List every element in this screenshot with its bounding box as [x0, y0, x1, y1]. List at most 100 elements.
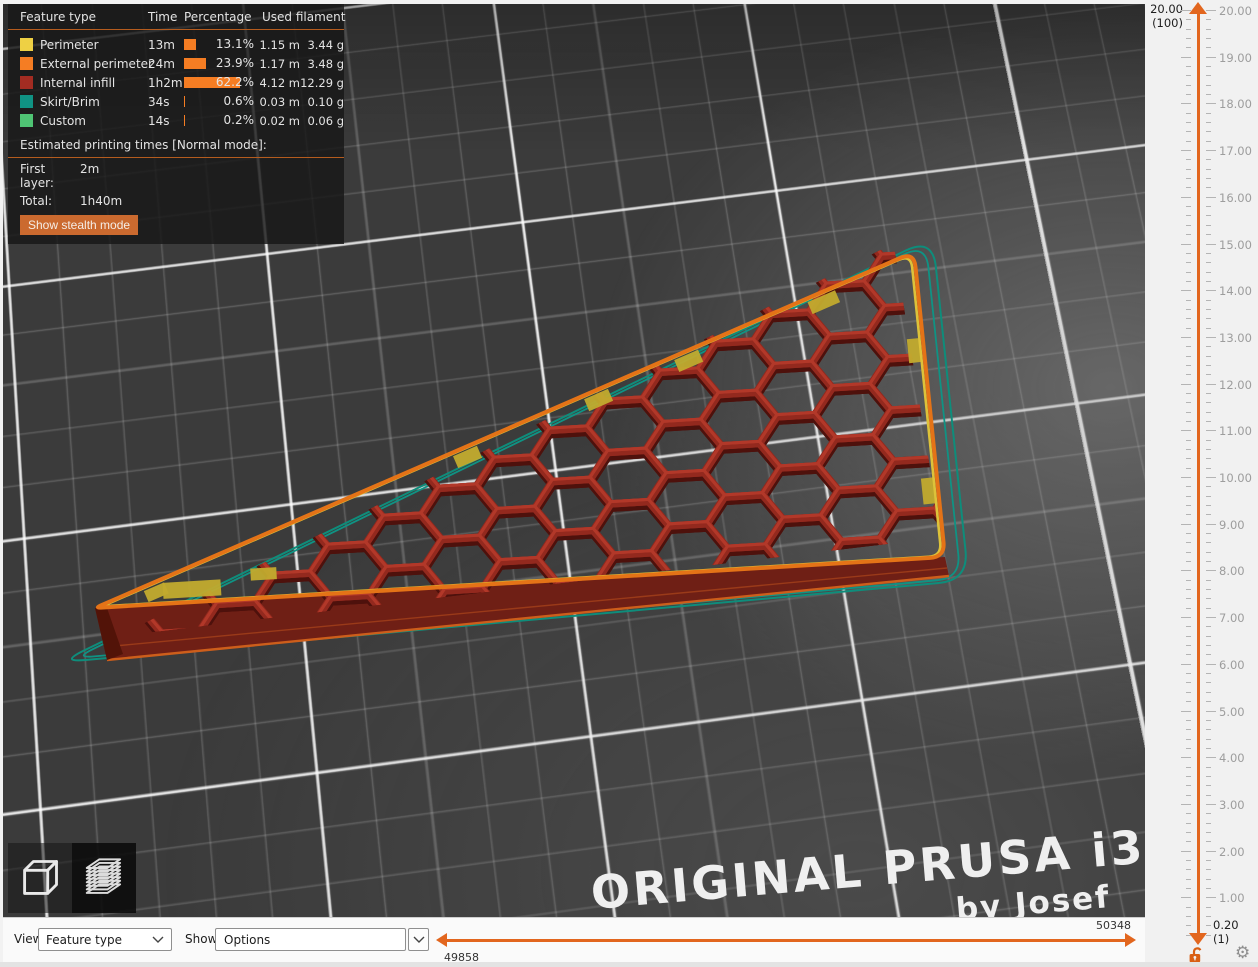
layers-icon	[85, 858, 122, 894]
layer-tick	[1186, 355, 1191, 357]
legend-row: Custom 14s 0.2% 0.02 m 0.06 g	[20, 111, 344, 130]
3d-viewport[interactable]: ORIGINAL PRUSA i3 MK by Josef Feature ty…	[3, 4, 1145, 917]
percentage-bar	[184, 115, 185, 126]
gcode-preview-window: ORIGINAL PRUSA i3 MK by Josef Feature ty…	[0, 0, 1258, 967]
layer-tick	[1206, 420, 1211, 422]
layer-tick	[1206, 467, 1211, 469]
show-combobox-input[interactable]: Options	[215, 928, 406, 951]
layer-tick	[1186, 411, 1191, 413]
layer-tick	[1186, 719, 1191, 721]
layer-tick	[1206, 794, 1211, 796]
layer-tick	[1186, 551, 1191, 553]
layer-tick	[1206, 841, 1211, 843]
layer-tick	[1206, 56, 1216, 58]
layer-tick	[1186, 458, 1191, 460]
legend-row: Skirt/Brim 34s 0.6% 0.03 m 0.10 g	[20, 92, 344, 111]
first-layer-row: First layer: 2m	[8, 158, 344, 190]
move-slider-right-handle[interactable]	[1125, 933, 1136, 947]
layer-tick	[1206, 318, 1211, 320]
layer-tick	[1186, 318, 1191, 320]
layer-tick	[1206, 280, 1211, 282]
show-stealth-mode-button[interactable]: Show stealth mode	[20, 215, 139, 235]
layer-tick	[1186, 738, 1191, 740]
layer-tick	[1186, 785, 1191, 787]
layer-tick-label: 14.00	[1219, 284, 1252, 299]
3d-view-button[interactable]	[8, 843, 72, 913]
layer-tick	[1206, 561, 1211, 563]
layers-preview-button[interactable]	[72, 843, 136, 913]
filament-weight: 3.48 g	[307, 56, 344, 71]
layer-tick	[1186, 747, 1191, 749]
layer-tick	[1186, 878, 1191, 880]
layer-tick	[1206, 159, 1211, 161]
layer-tick	[1186, 822, 1191, 824]
layer-tick	[1186, 589, 1191, 591]
filament-length: 4.12 m	[259, 75, 300, 90]
layer-tick	[1186, 299, 1191, 301]
layer-tick	[1186, 467, 1191, 469]
layer-tick	[1186, 542, 1191, 544]
layer-tick	[1186, 626, 1191, 628]
layer-tick	[1206, 589, 1211, 591]
layer-tick	[1206, 411, 1211, 413]
layer-tick	[1206, 747, 1211, 749]
layer-tick	[1186, 224, 1191, 226]
layer-tick	[1186, 75, 1191, 77]
layer-tick	[1206, 859, 1211, 861]
feature-legend-panel: Feature type Time Percentage Used filame…	[8, 4, 345, 244]
layer-tick	[1186, 392, 1191, 394]
layer-tick-label: 7.00	[1219, 611, 1245, 626]
layer-tick	[1186, 505, 1191, 507]
layer-tick	[1181, 570, 1191, 572]
layer-tick	[1206, 140, 1211, 142]
layer-tick	[1181, 430, 1191, 432]
layer-tick	[1186, 533, 1191, 535]
layer-tick	[1206, 224, 1211, 226]
layer-tick	[1206, 897, 1216, 899]
layer-tick	[1181, 383, 1191, 385]
layer-slider-lower-handle[interactable]	[1189, 933, 1207, 945]
layer-tick	[1186, 439, 1191, 441]
show-combobox-dropdown-button[interactable]	[408, 928, 429, 951]
gear-icon[interactable]: ⚙	[1235, 943, 1250, 963]
layer-tick	[1186, 766, 1191, 768]
layer-tick	[1206, 495, 1211, 497]
feature-label: Skirt/Brim	[40, 94, 100, 109]
layer-tick	[1206, 635, 1211, 637]
layer-tick	[1206, 262, 1211, 264]
feature-time: 13m	[148, 37, 175, 52]
layer-tick	[1186, 140, 1191, 142]
layer-tick	[1206, 514, 1211, 516]
show-combobox-value: Options	[224, 932, 271, 947]
layer-tick	[1206, 299, 1211, 301]
layer-tick	[1206, 336, 1216, 338]
layer-tick	[1206, 822, 1211, 824]
layer-tick	[1206, 579, 1211, 581]
layer-tick-label: 6.00	[1219, 657, 1245, 672]
layer-tick	[1206, 878, 1211, 880]
layer-tick-label: 19.00	[1219, 50, 1252, 65]
layer-tick	[1181, 150, 1191, 152]
move-slider-track[interactable]	[447, 939, 1125, 942]
layer-tick	[1206, 439, 1211, 441]
layer-tick	[1206, 850, 1216, 852]
layer-tick	[1206, 402, 1211, 404]
window-bottom-edge	[0, 962, 1258, 967]
percentage-bar	[184, 39, 196, 50]
filament-weight: 0.06 g	[307, 113, 344, 128]
move-slider-left-handle[interactable]	[436, 933, 447, 947]
layer-tick	[1186, 906, 1191, 908]
layer-slider-upper-handle[interactable]	[1189, 2, 1207, 14]
view-dropdown[interactable]: Feature type	[38, 928, 172, 951]
layer-tick	[1206, 178, 1211, 180]
layer-tick	[1186, 234, 1191, 236]
layer-tick-label: 5.00	[1219, 704, 1245, 719]
layer-tick	[1206, 290, 1216, 292]
cube-icon	[23, 860, 58, 895]
layer-slider-track[interactable]	[1197, 10, 1200, 937]
layer-tick	[1186, 691, 1191, 693]
percentage-value: 0.6%	[223, 94, 255, 108]
layer-tick-label: 2.00	[1219, 844, 1245, 859]
percentage-bar	[184, 58, 206, 69]
layer-tick	[1206, 719, 1211, 721]
